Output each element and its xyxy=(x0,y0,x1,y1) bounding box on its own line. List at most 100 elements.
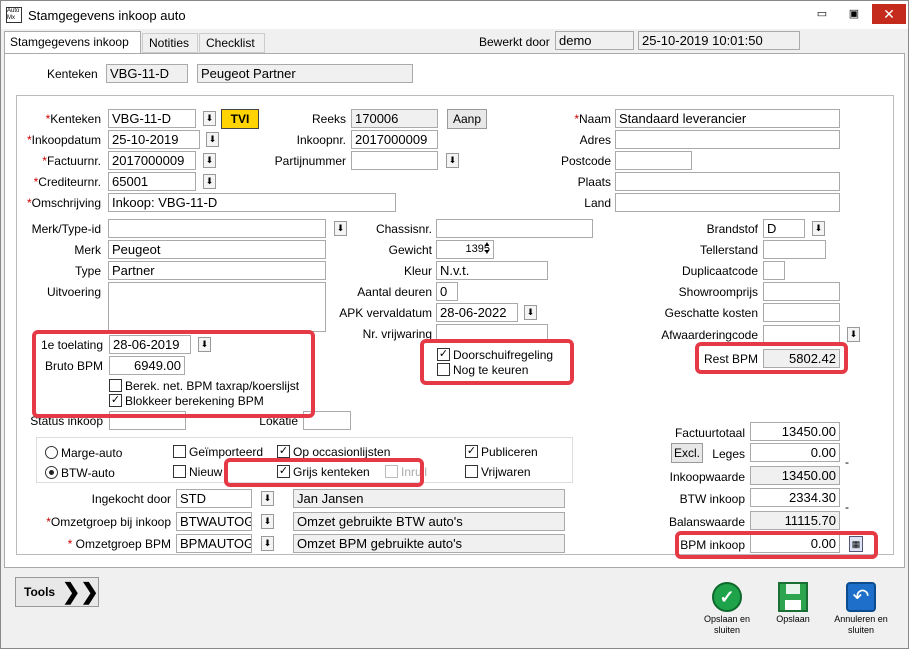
omzet-inkoop-dropdown-icon[interactable]: ⬇ xyxy=(261,514,274,529)
omschrijving-input[interactable]: Inkoop: VBG-11-D xyxy=(108,193,396,212)
omzet-bpm-dropdown-icon[interactable]: ⬇ xyxy=(261,536,274,551)
top-kenteken-label: Kenteken xyxy=(47,67,98,81)
tools-button[interactable]: Tools ❯❯ xyxy=(15,577,99,607)
btw-auto-label: BTW-auto xyxy=(61,466,115,480)
excl-button[interactable]: Excl. xyxy=(671,443,703,463)
gewicht-spinner[interactable]: ▲ ▼ xyxy=(481,241,493,258)
uitvoering-label: Uitvoering xyxy=(46,285,101,299)
showroom-label: Showroomprijs xyxy=(678,285,758,299)
annuleren-label: Annuleren en sluiten xyxy=(834,614,888,635)
tab-label: Notities xyxy=(149,36,190,50)
type-label: Type xyxy=(74,264,101,278)
postcode-label: Postcode xyxy=(560,154,611,168)
kleur-input[interactable]: N.v.t. xyxy=(436,261,548,280)
ingekocht-door-dropdown-icon[interactable]: ⬇ xyxy=(261,491,274,506)
minus-sign: - xyxy=(845,500,849,514)
crediteurnr-input[interactable]: 65001 xyxy=(108,172,196,191)
inkoopnr-input[interactable]: 2017000009 xyxy=(351,130,438,149)
showroom-input[interactable] xyxy=(763,282,840,301)
highlight-grijs-kenteken xyxy=(224,458,424,487)
balanswaarde-label: Balanswaarde xyxy=(668,515,745,529)
marge-auto-radio[interactable] xyxy=(45,446,58,459)
bewerkt-door-label: Bewerkt door xyxy=(479,35,550,49)
factuurtotaal-value[interactable]: 13450.00 xyxy=(750,422,840,441)
check-icon: ✓ xyxy=(712,582,742,612)
nieuw-checkbox[interactable] xyxy=(173,465,186,478)
aanp-button[interactable]: Aanp xyxy=(447,109,487,129)
factuurtotaal-label: Factuurtotaal xyxy=(674,426,745,440)
adres-label: Adres xyxy=(579,133,611,147)
kenteken-label: *Kenteken xyxy=(45,112,101,126)
leges-label: Leges xyxy=(712,447,745,461)
plaats-input[interactable] xyxy=(615,172,840,191)
tab-checklist[interactable]: Checklist xyxy=(199,33,265,53)
naam-input[interactable]: Standaard leverancier xyxy=(615,109,840,128)
uitvoering-input[interactable] xyxy=(108,282,326,332)
annuleren-button[interactable]: ↶ Annuleren en sluiten xyxy=(831,579,891,641)
merktype-input[interactable] xyxy=(108,219,326,238)
omzet-inkoop-input[interactable]: BTWAUTOG xyxy=(176,512,252,531)
inkoopwaarde-value: 13450.00 xyxy=(750,466,840,485)
inkoopdatum-input[interactable]: 25-10-2019 xyxy=(108,130,200,149)
opslaan-sluiten-button[interactable]: ✓ Opslaan en sluiten xyxy=(697,579,757,641)
tab-stamgegevens[interactable]: Stamgegevens inkoop xyxy=(4,31,141,53)
duplicaat-label: Duplicaatcode xyxy=(681,264,758,278)
duplicaat-input[interactable] xyxy=(763,261,785,280)
kenteken-dropdown-icon[interactable]: ⬇ xyxy=(203,111,216,126)
afwaardering-dropdown-icon[interactable]: ⬇ xyxy=(847,327,860,342)
leges-value[interactable]: 0.00 xyxy=(750,443,840,462)
geimporteerd-checkbox[interactable] xyxy=(173,445,186,458)
apk-dropdown-icon[interactable]: ⬇ xyxy=(524,305,537,320)
type-input[interactable]: Partner xyxy=(108,261,326,280)
publiceren-checkbox[interactable]: ✓ xyxy=(465,445,478,458)
brandstof-input[interactable]: D xyxy=(763,219,805,238)
merk-label: Merk xyxy=(74,243,101,257)
vrijwaren-checkbox[interactable] xyxy=(465,465,478,478)
opslaan-button[interactable]: Opslaan xyxy=(767,579,819,629)
tvi-button[interactable]: TVI xyxy=(221,109,259,129)
vrijwaring-label: Nr. vrijwaring xyxy=(362,327,432,341)
op-occasion-checkbox[interactable]: ✓ xyxy=(277,445,290,458)
adres-input[interactable] xyxy=(615,130,840,149)
maximize-button[interactable]: ▣ xyxy=(843,9,865,21)
merk-input[interactable]: Peugeot xyxy=(108,240,326,259)
balanswaarde-value: 11115.70 xyxy=(750,511,840,530)
main-window: Auto Mx Stamgegevens inkoop auto ▭ ▣ ✕ St… xyxy=(0,0,909,649)
ingekocht-door-input[interactable]: STD xyxy=(176,489,252,508)
omzet-bpm-input[interactable]: BPMAUTOG xyxy=(176,534,252,553)
tellerstand-input[interactable] xyxy=(763,240,826,259)
btw-auto-radio[interactable] xyxy=(45,466,58,479)
gewicht-label: Gewicht xyxy=(388,243,432,257)
geschatte-input[interactable] xyxy=(763,303,840,322)
deuren-input[interactable]: 0 xyxy=(436,282,458,301)
kenteken-input[interactable]: VBG-11-D xyxy=(108,109,196,128)
crediteurnr-dropdown-icon[interactable]: ⬇ xyxy=(203,174,216,189)
brandstof-dropdown-icon[interactable]: ⬇ xyxy=(812,221,825,236)
chassisnr-input[interactable] xyxy=(436,219,593,238)
land-input[interactable] xyxy=(615,193,840,212)
partijnummer-dropdown-icon[interactable]: ⬇ xyxy=(446,153,459,168)
close-button[interactable]: ✕ xyxy=(872,4,906,24)
opslaan-label: Opslaan xyxy=(776,614,810,624)
factuurnr-label: *Factuurnr. xyxy=(42,154,101,168)
inkoopwaarde-label: Inkoopwaarde xyxy=(669,470,745,484)
inkoopdatum-dropdown-icon[interactable]: ⬇ xyxy=(206,132,219,147)
factuurnr-dropdown-icon[interactable]: ⬇ xyxy=(203,153,216,168)
omzet-bpm-name: Omzet BPM gebruikte auto's xyxy=(293,534,565,553)
opslaan-sluiten-label: Opslaan en sluiten xyxy=(703,614,751,635)
partijnummer-label: Partijnummer xyxy=(274,154,346,168)
tab-notities[interactable]: Notities xyxy=(142,33,198,53)
apk-input[interactable]: 28-06-2022 xyxy=(436,303,518,322)
btw-inkoop-label: BTW inkoop xyxy=(679,492,745,506)
top-model: Peugeot Partner xyxy=(197,64,413,83)
merktype-label: Merk/Type-id xyxy=(31,222,101,236)
postcode-input[interactable] xyxy=(615,151,692,170)
partijnummer-input[interactable] xyxy=(351,151,438,170)
btw-inkoop-value[interactable]: 2334.30 xyxy=(750,488,840,507)
vrijwaren-label: Vrijwaren xyxy=(481,465,531,479)
bewerkt-door-user: demo xyxy=(555,31,634,50)
save-disk-icon xyxy=(778,582,808,612)
tools-label: Tools xyxy=(24,585,56,599)
minimize-button[interactable]: ▭ xyxy=(811,9,833,21)
factuurnr-input[interactable]: 2017000009 xyxy=(108,151,196,170)
